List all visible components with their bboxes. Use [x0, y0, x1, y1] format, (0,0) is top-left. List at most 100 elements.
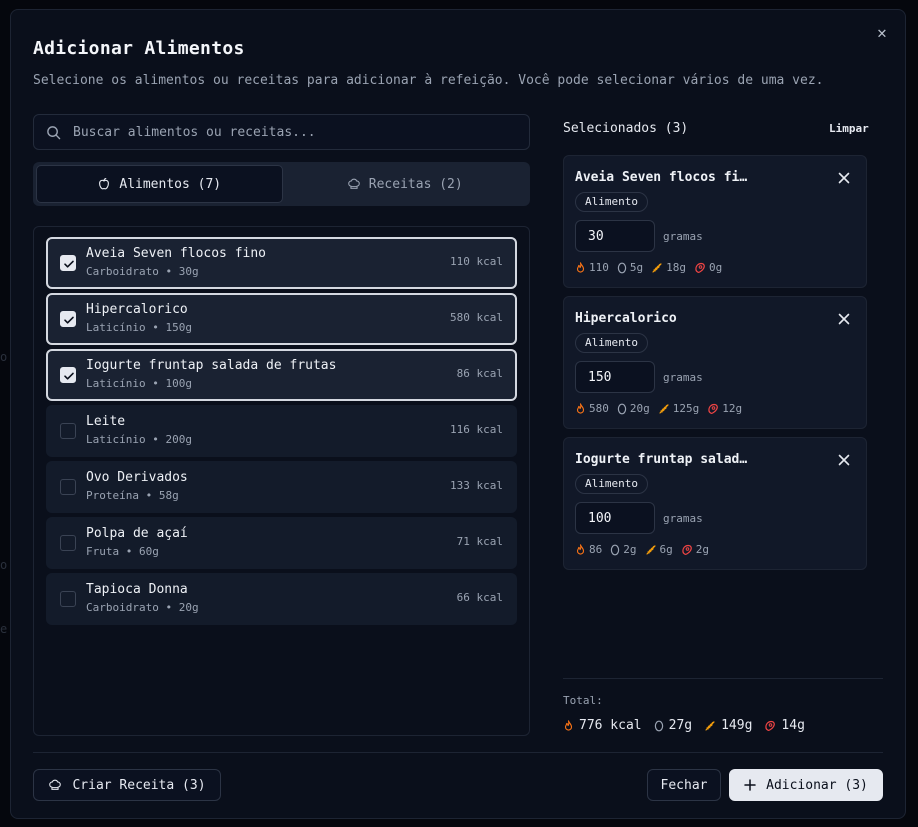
- backdrop-fragment: o: [0, 558, 8, 572]
- chef-hat-icon: [49, 779, 62, 790]
- remove-icon[interactable]: [836, 452, 852, 468]
- food-item[interactable]: Iogurte fruntap salada de frutas Laticín…: [46, 349, 517, 401]
- food-name: Ovo Derivados: [86, 470, 188, 485]
- macro-row: 86 2g 6g 2g: [575, 543, 709, 556]
- food-meta: Carboidrato • 30g: [86, 265, 199, 278]
- selected-card: Aveia Seven flocos fi… Alimento gramas 1…: [563, 155, 867, 288]
- check-icon: [64, 372, 74, 380]
- checkbox[interactable]: [60, 535, 76, 551]
- grams-input[interactable]: [575, 361, 655, 393]
- food-item[interactable]: Polpa de açaí Fruta • 60g 71 kcal: [46, 517, 517, 569]
- close-button[interactable]: Fechar: [647, 769, 721, 801]
- food-item[interactable]: Aveia Seven flocos fino Carboidrato • 30…: [46, 237, 517, 289]
- total-label: Total:: [563, 694, 603, 707]
- food-name: Hipercalorico: [86, 302, 188, 317]
- droplet-icon: [617, 403, 627, 414]
- tab-bar: Alimentos (7) Receitas (2): [33, 162, 530, 206]
- tab-foods[interactable]: Alimentos (7): [36, 165, 283, 203]
- checkbox[interactable]: [60, 367, 76, 383]
- macro-protein: 2g: [695, 543, 709, 556]
- food-meta: Fruta • 60g: [86, 545, 159, 558]
- macro-protein: 0g: [709, 261, 723, 274]
- type-badge: Alimento: [575, 192, 648, 212]
- food-name: Polpa de açaí: [86, 526, 188, 541]
- total-kcal: 776 kcal: [579, 718, 642, 733]
- add-label: Adicionar (3): [766, 777, 868, 793]
- add-foods-dialog: ✕ Adicionar Alimentos Selecione os alime…: [10, 9, 906, 819]
- food-kcal: 66 kcal: [456, 591, 503, 604]
- macro-row: 580 20g 125g 12g: [575, 402, 742, 415]
- food-name: Tapioca Donna: [86, 582, 188, 597]
- beef-icon: [708, 403, 719, 414]
- checkbox[interactable]: [60, 311, 76, 327]
- grams-input[interactable]: [575, 502, 655, 534]
- food-kcal: 71 kcal: [456, 535, 503, 548]
- food-kcal: 86 kcal: [456, 367, 503, 380]
- tab-recipes[interactable]: Receitas (2): [283, 165, 528, 203]
- flame-icon: [576, 261, 585, 273]
- checkbox[interactable]: [60, 423, 76, 439]
- selected-title: Selecionados (3): [563, 121, 689, 136]
- total-fat: 27g: [668, 718, 693, 733]
- macro-fat: 2g: [623, 543, 637, 556]
- create-recipe-button[interactable]: Criar Receita (3): [33, 769, 221, 801]
- remove-icon[interactable]: [836, 311, 852, 327]
- food-kcal: 116 kcal: [450, 423, 503, 436]
- food-kcal: 110 kcal: [450, 255, 503, 268]
- backdrop-fragment: o: [0, 350, 8, 364]
- check-icon: [64, 316, 74, 324]
- selected-card: Hipercalorico Alimento gramas 580 20g 12…: [563, 296, 867, 429]
- macro-fat: 5g: [629, 261, 644, 274]
- grams-input[interactable]: [575, 220, 655, 252]
- clear-button[interactable]: Limpar: [829, 122, 869, 135]
- food-meta: Proteína • 58g: [86, 489, 179, 502]
- total-protein: 14g: [781, 718, 805, 733]
- checkbox[interactable]: [60, 591, 76, 607]
- close-icon[interactable]: ✕: [873, 24, 891, 42]
- droplet-icon: [611, 544, 620, 555]
- wheat-icon: [659, 403, 669, 414]
- type-badge: Alimento: [575, 333, 648, 353]
- grams-unit: gramas: [663, 512, 703, 525]
- food-item[interactable]: Ovo Derivados Proteína • 58g 133 kcal: [46, 461, 517, 513]
- food-meta: Carboidrato • 20g: [86, 601, 199, 614]
- flame-icon: [576, 543, 585, 555]
- food-list: Aveia Seven flocos fino Carboidrato • 30…: [33, 226, 530, 736]
- macro-kcal: 580: [589, 402, 609, 415]
- search-input[interactable]: [73, 124, 493, 140]
- flame-icon: [564, 719, 573, 731]
- total-carbs: 149g: [721, 718, 753, 733]
- type-badge: Alimento: [575, 474, 648, 494]
- food-item[interactable]: Leite Laticínio • 200g 116 kcal: [46, 405, 517, 457]
- selected-name: Aveia Seven flocos fi…: [575, 170, 748, 185]
- footer-divider: [33, 752, 883, 753]
- add-button[interactable]: Adicionar (3): [729, 769, 883, 801]
- totals-row: 776 kcal 27g 149g 14g: [563, 718, 805, 733]
- beef-icon: [682, 544, 692, 555]
- macro-kcal: 110: [589, 261, 609, 274]
- food-item[interactable]: Hipercalorico Laticínio • 150g 580 kcal: [46, 293, 517, 345]
- droplet-icon: [654, 720, 663, 731]
- chef-hat-icon: [348, 178, 360, 189]
- grams-unit: gramas: [663, 371, 703, 384]
- food-name: Iogurte fruntap salada de frutas: [86, 358, 337, 373]
- food-meta: Laticínio • 150g: [86, 321, 192, 334]
- wheat-icon: [652, 262, 662, 273]
- apple-icon: [99, 178, 110, 190]
- search-box[interactable]: [33, 114, 530, 150]
- search-icon: [47, 125, 61, 139]
- checkbox[interactable]: [60, 479, 76, 495]
- macro-row: 110 5g 18g 0g: [575, 261, 722, 274]
- remove-icon[interactable]: [836, 170, 852, 186]
- create-recipe-label: Criar Receita (3): [72, 777, 206, 793]
- macro-protein: 12g: [722, 402, 743, 415]
- food-item[interactable]: Tapioca Donna Carboidrato • 20g 66 kcal: [46, 573, 517, 625]
- tab-recipes-label: Receitas (2): [368, 176, 463, 192]
- close-label: Fechar: [660, 777, 708, 793]
- macro-kcal: 86: [589, 543, 603, 556]
- food-meta: Laticínio • 200g: [86, 433, 192, 446]
- wheat-icon: [645, 544, 656, 555]
- checkbox[interactable]: [60, 255, 76, 271]
- food-kcal: 133 kcal: [450, 479, 503, 492]
- food-name: Leite: [86, 414, 126, 429]
